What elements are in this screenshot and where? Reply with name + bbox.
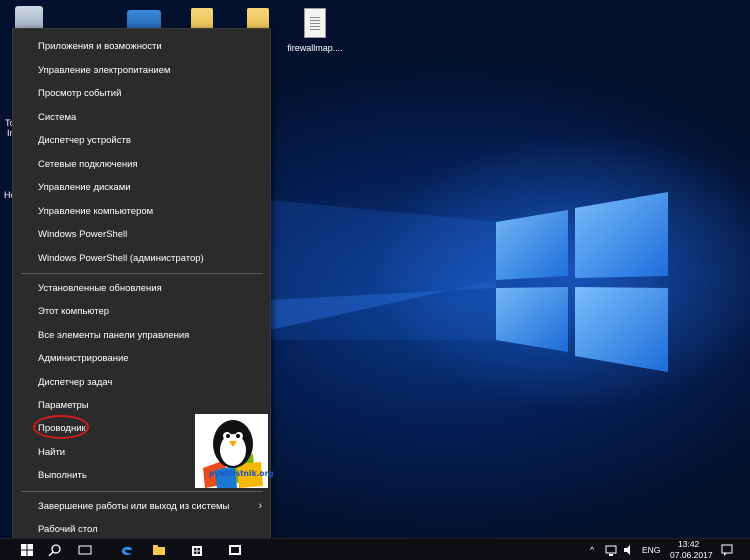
menu-item-all-control-panel[interactable]: Все элементы панели управления <box>13 324 270 347</box>
menu-item-power-options[interactable]: Управление электропитанием <box>13 59 270 82</box>
speaker-icon[interactable] <box>622 543 636 557</box>
menu-item-shutdown-signout[interactable]: Завершение работы или выход из системы › <box>13 495 270 518</box>
highlight-circle <box>33 415 89 439</box>
file-explorer-icon[interactable] <box>152 543 166 557</box>
document-icon <box>304 8 326 38</box>
desktop-file-firewallmap[interactable]: firewallmap.... <box>282 8 348 53</box>
notifications-icon[interactable] <box>720 543 734 557</box>
menu-item-installed-updates[interactable]: Установленные обновления <box>13 277 270 300</box>
winx-context-menu: Приложения и возможности Управление элек… <box>12 28 274 546</box>
menu-item-device-manager[interactable]: Диспетчер устройств <box>13 129 270 152</box>
language-indicator[interactable]: ENG <box>642 545 660 555</box>
windows-start-icon[interactable] <box>20 543 34 557</box>
taskbar: ^ ENG 13:42 07.06.2017 <box>0 538 750 560</box>
clock-date[interactable]: 07.06.2017 <box>670 550 713 560</box>
menu-item-powershell-admin[interactable]: Windows PowerShell (администратор) <box>13 247 270 270</box>
menu-item-disk-management[interactable]: Управление дисками <box>13 176 270 199</box>
menu-item-event-viewer[interactable]: Просмотр событий <box>13 82 270 105</box>
menu-item-system[interactable]: Система <box>13 106 270 129</box>
menu-item-computer-management[interactable]: Управление компьютером <box>13 200 270 223</box>
watermark-text: pyatilistnik.org <box>209 469 274 478</box>
menu-item-label: Завершение работы или выход из системы <box>38 501 230 512</box>
task-view-icon[interactable] <box>78 543 92 557</box>
edge-icon[interactable] <box>120 543 134 557</box>
menu-item-task-manager[interactable]: Диспетчер задач <box>13 371 270 394</box>
store-icon[interactable] <box>190 543 204 557</box>
chevron-right-icon: › <box>258 500 262 512</box>
chevron-up-icon[interactable]: ^ <box>590 545 594 555</box>
menu-separator <box>21 273 263 274</box>
clock-time[interactable]: 13:42 <box>678 539 699 549</box>
desktop-file-label: firewallmap.... <box>287 43 343 53</box>
menu-item-administrative-tools[interactable]: Администрирование <box>13 347 270 370</box>
menu-item-powershell[interactable]: Windows PowerShell <box>13 223 270 246</box>
network-tray-icon[interactable] <box>604 543 618 557</box>
menu-item-apps-features[interactable]: Приложения и возможности <box>13 35 270 58</box>
search-icon[interactable] <box>48 543 62 557</box>
menu-separator <box>21 491 263 492</box>
menu-item-network-connections[interactable]: Сетевые подключения <box>13 153 270 176</box>
app-taskbar-icon[interactable] <box>228 543 242 557</box>
menu-item-this-pc[interactable]: Этот компьютер <box>13 300 270 323</box>
